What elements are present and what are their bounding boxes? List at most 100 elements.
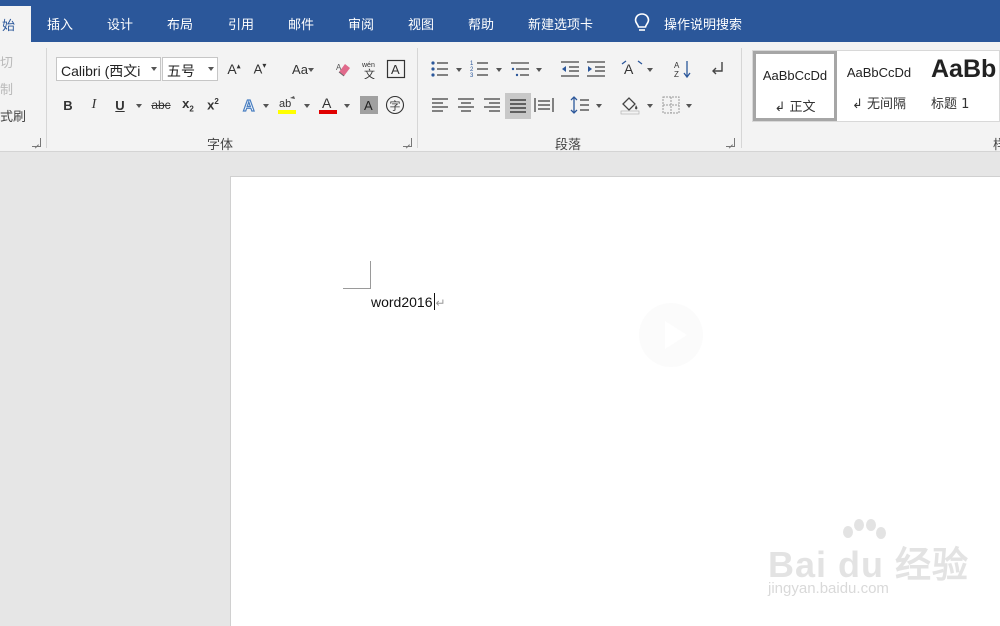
align-center-button[interactable] (454, 93, 478, 117)
paragraph-dialog-launcher[interactable] (726, 138, 735, 147)
distributed-icon (534, 98, 554, 112)
asian-layout-icon: A (621, 60, 643, 77)
grow-font-button[interactable]: A▴ (222, 57, 246, 81)
clear-formatting-button[interactable]: A (332, 57, 356, 81)
svg-text:A: A (336, 63, 342, 72)
line-spacing-icon (570, 96, 589, 114)
group-divider (417, 48, 418, 148)
increase-indent-icon (587, 61, 605, 77)
svg-text:ab: ab (279, 98, 291, 110)
svg-text:A: A (364, 98, 373, 113)
style-heading-1[interactable]: AaBb 标题 1 (921, 51, 1000, 121)
strikethrough-button[interactable]: abc (148, 93, 174, 117)
shading-button[interactable] (618, 93, 642, 117)
numbering-button[interactable]: 1 2 3 (468, 57, 492, 81)
italic-button[interactable]: I (82, 93, 106, 117)
font-size-value: 五号 (167, 63, 195, 79)
show-formatting-marks-button[interactable] (706, 57, 730, 81)
style-normal[interactable]: AaBbCcDd ↲ 正文 (753, 51, 837, 121)
svg-text:3: 3 (470, 73, 474, 79)
style-sample: AaBbCcDd (846, 65, 912, 80)
underline-icon: U (115, 97, 125, 113)
superscript-button[interactable]: x2 (201, 93, 225, 117)
font-name-value: Calibri (西文i (61, 63, 141, 79)
highlight-color-button[interactable]: ab (275, 93, 299, 117)
tell-me-search[interactable]: 操作说明搜索 (664, 14, 742, 34)
document-body-text[interactable]: word2016 ↵ (371, 293, 446, 310)
text-effects-button[interactable]: A (238, 93, 262, 117)
align-center-icon (458, 98, 474, 112)
tab-help[interactable]: 帮助 (468, 14, 494, 34)
enclose-characters-button[interactable]: 字 (383, 93, 407, 117)
format-painter-button[interactable]: 式刷 (0, 106, 26, 125)
tab-layout[interactable]: 布局 (167, 14, 193, 34)
distributed-button[interactable] (532, 93, 556, 117)
group-divider (741, 48, 742, 148)
font-color-button[interactable]: A (316, 93, 340, 117)
style-no-spacing[interactable]: AaBbCcDd ↲ 无间隔 (837, 51, 921, 121)
align-right-button[interactable] (480, 93, 504, 117)
chevron-down-icon (647, 68, 653, 72)
tab-mailings[interactable]: 邮件 (288, 14, 314, 34)
svg-text:A: A (624, 61, 634, 77)
text-caret (433, 293, 435, 310)
strikethrough-icon: abc (151, 98, 171, 112)
character-border-button[interactable]: A (384, 57, 408, 81)
align-right-icon (484, 98, 500, 112)
bold-button[interactable]: B (56, 93, 80, 117)
tab-view[interactable]: 视图 (408, 14, 434, 34)
bold-icon: B (63, 97, 73, 113)
group-divider (46, 48, 47, 148)
lightbulb-icon[interactable] (633, 12, 651, 34)
phonetic-guide-button[interactable]: wén 文 (358, 57, 382, 81)
superscript-icon: x2 (207, 97, 219, 113)
sort-icon: A Z (674, 61, 691, 79)
tab-review[interactable]: 审阅 (348, 14, 374, 34)
svg-text:字: 字 (390, 99, 401, 113)
character-shading-button[interactable]: A (357, 93, 381, 117)
styles-group-label: 样 (993, 138, 1000, 153)
tab-new-tab[interactable]: 新建选项卡 (528, 14, 593, 34)
ribbon-home: 切 制 式刷 Calibri (西文i 五号 A▴ A▾ Aa A wén 文 (0, 42, 1000, 153)
chevron-down-icon (536, 68, 542, 72)
tab-design[interactable]: 设计 (107, 14, 133, 34)
text-effects-icon: A (242, 97, 255, 115)
font-name-combo[interactable]: Calibri (西文i (56, 57, 161, 81)
chevron-down-icon (456, 68, 462, 72)
copy-button[interactable]: 制 (0, 79, 13, 98)
bullets-button[interactable] (428, 57, 452, 81)
decrease-indent-button[interactable] (558, 57, 582, 81)
sort-button[interactable]: A Z (671, 57, 695, 81)
svg-text:A: A (322, 95, 332, 111)
justify-button[interactable] (505, 93, 531, 119)
chevron-down-icon (304, 104, 310, 108)
svg-text:A: A (674, 61, 680, 70)
tab-references[interactable]: 引用 (228, 14, 254, 34)
chevron-down-icon (596, 104, 602, 108)
shrink-font-button[interactable]: A▾ (248, 57, 272, 81)
borders-button[interactable] (659, 93, 683, 117)
video-play-icon[interactable] (636, 300, 706, 370)
chevron-down-icon (208, 67, 214, 71)
cut-button[interactable]: 切 (0, 52, 13, 71)
align-left-button[interactable] (428, 93, 452, 117)
clipboard-dialog-launcher[interactable] (32, 138, 41, 147)
baidu-jingyan-watermark: Bai du 经验 jingyan.baidu.com (768, 518, 998, 608)
tab-home[interactable]: 始 (0, 6, 31, 42)
asian-layout-button[interactable]: A (620, 57, 644, 81)
underline-button[interactable]: U (108, 93, 132, 117)
increase-indent-button[interactable] (584, 57, 608, 81)
watermark-url: jingyan.baidu.com (768, 580, 889, 597)
subscript-button[interactable]: x2 (176, 93, 200, 117)
line-spacing-button[interactable] (568, 93, 592, 117)
numbering-icon: 1 2 3 (470, 61, 488, 79)
style-name: 标题 1 (931, 97, 970, 112)
font-dialog-launcher[interactable] (403, 138, 412, 147)
font-size-combo[interactable]: 五号 (162, 57, 218, 81)
tab-insert[interactable]: 插入 (47, 14, 73, 34)
multilevel-list-button[interactable] (508, 57, 532, 81)
highlighter-icon: ab (278, 96, 296, 114)
chevron-down-icon (344, 104, 350, 108)
grow-font-icon: A▴ (227, 61, 241, 77)
borders-icon (662, 96, 680, 114)
